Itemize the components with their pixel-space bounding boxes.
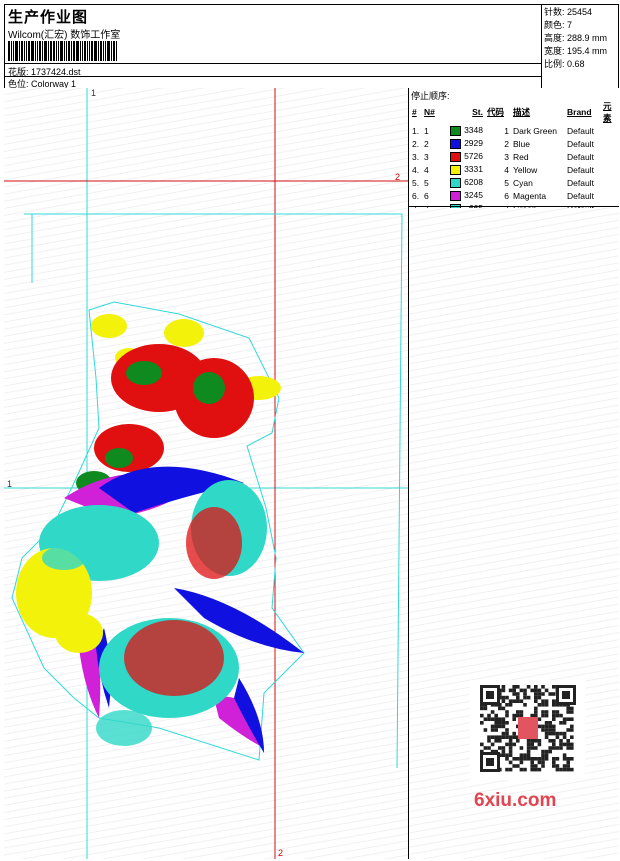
stitch-count-value: 6208 [464,177,483,188]
divider [4,76,542,77]
code-cell: 3 [504,151,509,162]
col-header: 描述 [513,107,531,117]
col-header: 代码 [487,107,505,117]
brand-cell: Default [567,138,594,149]
qr-code-image [470,680,585,780]
design-width: 宽度: 195.4 mm [544,46,608,56]
brand-cell: Default [567,125,594,136]
description-cell: Yellow [513,164,538,175]
code-cell: 6 [504,190,509,201]
axis-label-red-vertical: 2 [278,848,284,858]
brand-cell: Default [567,190,594,201]
row-number: 6 [424,190,429,201]
col-header: Brand [567,107,592,117]
table-row[interactable]: 1. 1 3348 1 Dark Green Default [410,124,619,137]
design-scale: 比例: 0.68 [544,59,585,69]
table-row[interactable]: 2. 2 2929 2 Blue Default [410,137,619,150]
code-cell: 4 [504,164,509,175]
color-swatch [450,177,461,188]
company-name: Wilcom(汇宏) 数饰工作室 [8,30,121,41]
brand-cell: Default [567,177,594,188]
row-index: 6. [412,190,420,201]
element-cell [601,163,619,176]
color-swatch [450,190,461,201]
design-preview-canvas[interactable]: 1 1 2 2 [4,88,409,859]
color-swatch [450,151,461,162]
page-title: 生产作业图 [8,9,89,26]
description-cell: Cyan [513,177,533,188]
site-watermark: 6xiu.com [474,790,557,811]
element-cell [601,176,619,189]
table-row[interactable]: 6. 6 3245 6 Magenta Default [410,189,619,202]
stitch-count-value: 5726 [464,151,483,162]
embroidery-design-image [4,88,408,859]
stats-block: 针数: 25454 颜色: 7 高度: 288.9 mm 宽度: 195.4 m… [541,4,619,89]
stitch-count-value: 2929 [464,138,483,149]
row-index: 4. [412,164,420,175]
stitch-count-cell: 2929 [448,137,485,150]
col-header: 元素 [603,101,612,123]
row-number: 4 [424,164,429,175]
row-number: 5 [424,177,429,188]
element-cell [601,137,619,150]
description-cell: Magenta [513,190,547,201]
col-header: N# [424,107,435,117]
brand-cell: Default [567,151,594,162]
axis-label-cyan-vertical: 1 [91,88,97,98]
stitch-count-value: 3245 [464,190,483,201]
element-cell [601,150,619,163]
stitch-count-cell: 3348 [448,124,485,137]
color-swatch [450,125,461,136]
header-block: 生产作业图 Wilcom(汇宏) 数饰工作室 花版: 1737424.dst 色… [4,4,542,89]
brand-cell: Default [567,164,594,175]
stitch-count-cell: 3331 [448,163,485,176]
col-header: # [412,107,417,117]
table-bottom-border [409,206,619,207]
stitch-count-value: 3348 [464,125,483,136]
description-cell: Red [513,151,529,162]
stitch-count-cell: 6208 [448,176,485,189]
divider [4,63,542,64]
row-index: 5. [412,177,420,188]
row-number: 1 [424,125,429,136]
axis-label-cyan-horizontal: 1 [7,479,13,489]
table-row[interactable]: 5. 5 6208 5 Cyan Default [410,176,619,189]
description-cell: Dark Green [513,125,557,136]
stitch-count: 针数: 25454 [544,7,593,17]
col-header: St. [472,107,483,117]
color-count: 颜色: 7 [544,20,573,30]
row-index: 1. [412,125,420,136]
code-cell: 1 [504,125,509,136]
table-row[interactable]: 4. 4 3331 4 Yellow Default [410,163,619,176]
row-index: 3. [412,151,420,162]
row-index: 2. [412,138,420,149]
stitch-count-value: 3331 [464,164,483,175]
axis-label-red-horizontal: 2 [395,172,401,182]
barcode-image [8,41,144,61]
design-height: 高度: 288.9 mm [544,33,608,43]
table-row[interactable]: 3. 3 5726 3 Red Default [410,150,619,163]
stitch-count-cell: 3245 [448,189,485,202]
row-number: 2 [424,138,429,149]
element-cell [601,124,619,137]
code-cell: 5 [504,177,509,188]
description-cell: Blue [513,138,531,149]
element-cell [601,189,619,202]
color-swatch [450,164,461,175]
stop-sequence-table: # N# St. 代码 描述 Brand 元素 1. 1 3348 1 Dark Gre… [410,100,619,215]
stitch-count-cell: 5726 [448,150,485,163]
color-swatch [450,138,461,149]
row-number: 3 [424,151,429,162]
code-cell: 2 [504,138,509,149]
